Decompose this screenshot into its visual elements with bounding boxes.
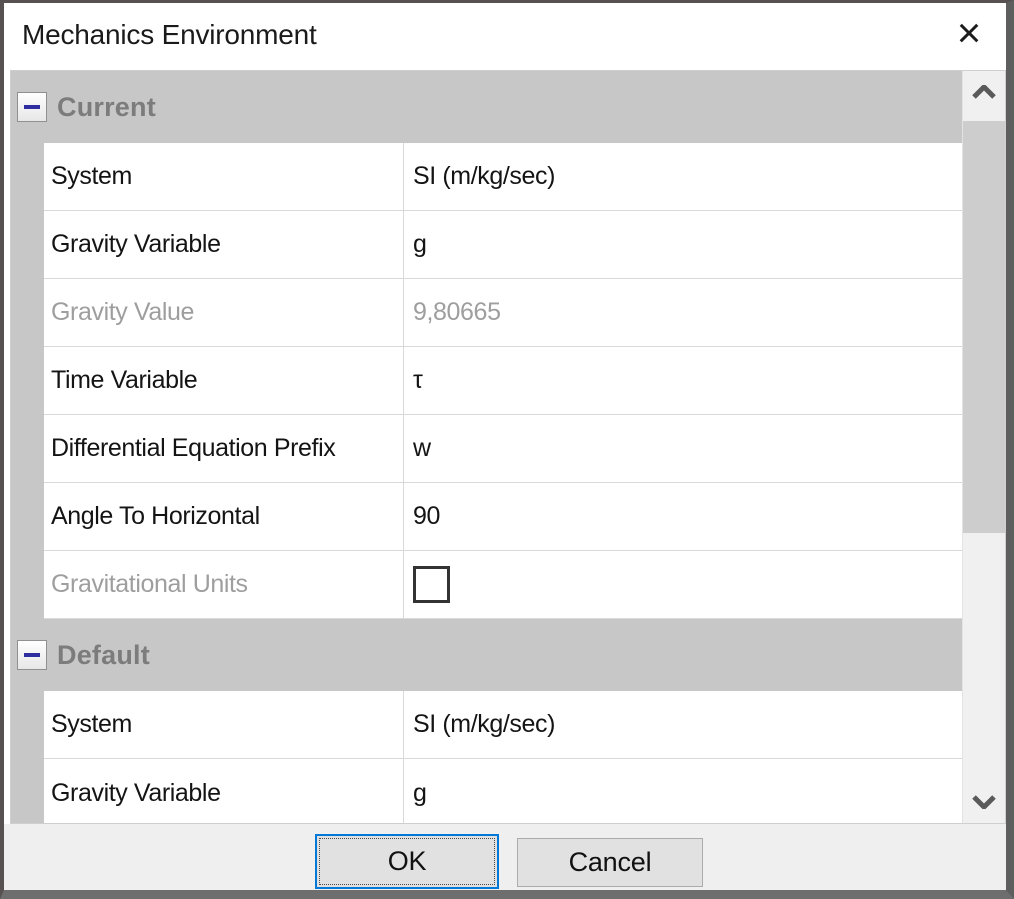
property-label-system: System [44,143,404,210]
scrollbar-up-button[interactable] [963,71,1005,113]
cancel-button[interactable]: Cancel [517,838,703,887]
section-header-default: Default [11,619,962,691]
row-gutter [11,211,44,279]
property-value-gravity-variable[interactable]: g [404,211,962,278]
ok-button[interactable]: OK [315,834,499,889]
property-label-default-gravity-variable: Gravity Variable [44,759,404,824]
section-title-current: Current [57,92,156,123]
collapse-button-default[interactable] [17,640,47,670]
title-bar: Mechanics Environment × [4,3,1006,70]
row-gutter [11,691,44,759]
mechanics-environment-dialog: Mechanics Environment × Current System S… [0,0,1014,899]
row-gutter [11,483,44,551]
chevron-down-icon [971,795,997,809]
property-row-system: System SI (m/kg/sec) [11,143,962,211]
property-table: Current System SI (m/kg/sec) Gravity Var… [11,71,962,824]
property-row-gravitational-units: Gravitational Units [11,551,962,619]
property-label-gravity-variable: Gravity Variable [44,211,404,278]
chevron-up-icon [971,85,997,99]
vertical-scrollbar[interactable] [962,71,1005,823]
scrollbar-down-button[interactable] [963,781,1005,823]
close-button[interactable]: × [946,9,992,57]
property-label-gravitational-units: Gravitational Units [44,551,404,618]
property-value-gravity-value: 9,80665 [404,279,962,346]
property-label-default-system: System [44,691,404,758]
property-row-differential-equation-prefix: Differential Equation Prefix w [11,415,962,483]
dialog-title: Mechanics Environment [22,3,317,70]
collapse-minus-icon [24,105,40,109]
property-row-default-system: System SI (m/kg/sec) [11,691,962,759]
gravitational-units-checkbox[interactable] [413,566,450,603]
property-label-differential-equation-prefix: Differential Equation Prefix [44,415,404,482]
button-panel: OK Cancel [4,824,1006,890]
property-value-system[interactable]: SI (m/kg/sec) [404,143,962,210]
property-row-angle-to-horizontal: Angle To Horizontal 90 [11,483,962,551]
row-gutter [11,551,44,619]
scrollbar-thumb[interactable] [963,121,1005,533]
row-gutter [11,143,44,211]
property-value-time-variable[interactable]: τ [404,347,962,414]
row-gutter [11,415,44,483]
property-label-angle-to-horizontal: Angle To Horizontal [44,483,404,550]
property-row-time-variable: Time Variable τ [11,347,962,415]
property-value-differential-equation-prefix[interactable]: w [404,415,962,482]
property-grid: Current System SI (m/kg/sec) Gravity Var… [10,70,1006,824]
property-row-default-gravity-variable: Gravity Variable g [11,759,962,824]
property-value-default-system[interactable]: SI (m/kg/sec) [404,691,962,758]
property-label-time-variable: Time Variable [44,347,404,414]
collapse-minus-icon [24,653,40,657]
row-gutter [11,759,44,824]
property-row-gravity-variable: Gravity Variable g [11,211,962,279]
property-row-gravity-value: Gravity Value 9,80665 [11,279,962,347]
row-gutter [11,347,44,415]
section-title-default: Default [57,640,150,671]
property-label-gravity-value: Gravity Value [44,279,404,346]
row-gutter [11,279,44,347]
close-icon: × [957,12,982,54]
property-value-default-gravity-variable[interactable]: g [404,759,962,824]
collapse-button-current[interactable] [17,92,47,122]
section-header-current: Current [11,71,962,143]
property-value-angle-to-horizontal[interactable]: 90 [404,483,962,550]
